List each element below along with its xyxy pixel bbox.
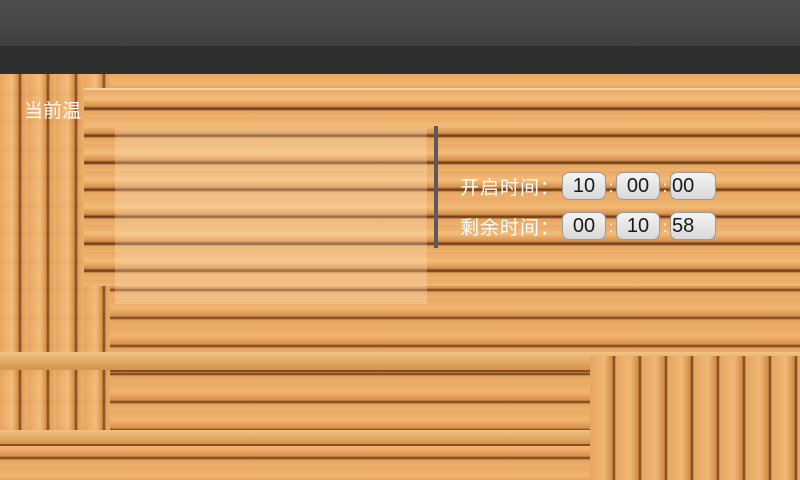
remaining-time-minutes-field[interactable]: 10 (616, 212, 661, 240)
remaining-time-hours-field[interactable]: 00 (562, 212, 607, 240)
time-separator: : (662, 176, 668, 196)
temperature-display-area (115, 128, 427, 304)
time-separator: : (608, 176, 614, 196)
title-bar (0, 0, 800, 46)
open-time-hours-field[interactable]: 10 (562, 172, 607, 200)
open-time-label: 开启时间： (460, 176, 561, 199)
time-separator: : (662, 216, 668, 236)
time-separator: : (608, 216, 614, 236)
remaining-time-seconds-field[interactable]: 58 (670, 212, 717, 240)
open-time-seconds-field[interactable]: 00 (670, 172, 717, 200)
background-slats (590, 356, 800, 480)
toolbar (0, 46, 800, 74)
panel-divider (434, 126, 438, 248)
open-time-minutes-field[interactable]: 00 (616, 172, 661, 200)
open-time-row: 开启时间： 10 : 00 : 00 (460, 171, 717, 201)
current-temperature-label: 当前温 (24, 100, 82, 122)
remaining-time-row: 剩余时间： 00 : 10 : 58 (460, 211, 717, 241)
remaining-time-label: 剩余时间： (460, 216, 561, 239)
